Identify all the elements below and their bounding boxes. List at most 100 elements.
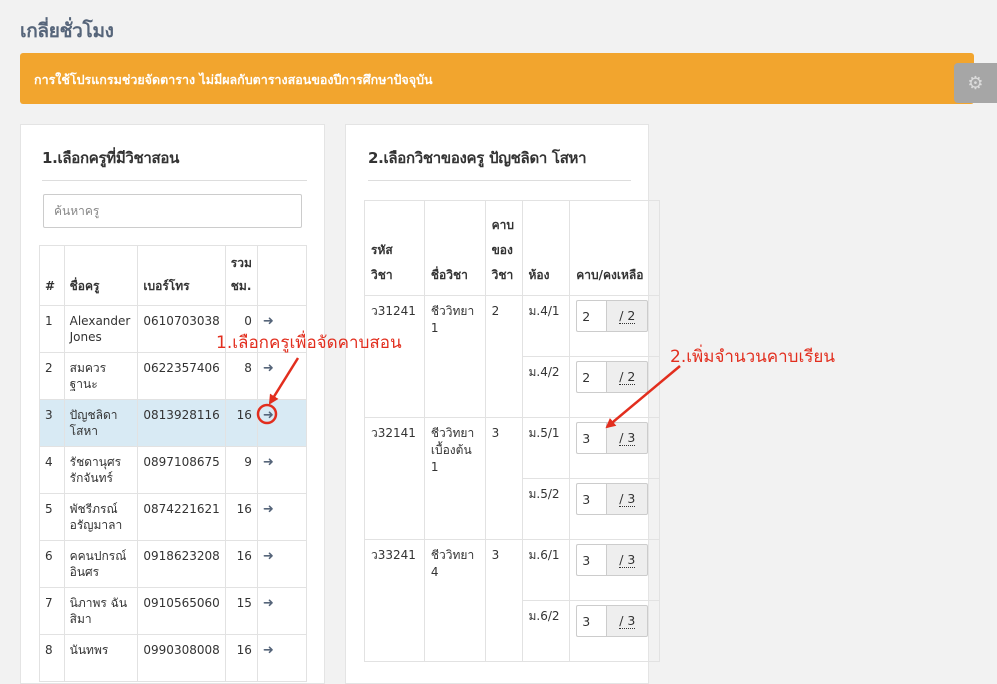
subject-panel: 2.เลือกวิชาของครู ปัญชลิดา โสหา รหัส วิชา… (345, 124, 660, 684)
select-teacher-button[interactable]: ➜ (256, 493, 308, 541)
annotation-step1: 1.เลือกครูเพื่อจัดคาบสอน (216, 333, 402, 353)
teacher-total: 16 (224, 540, 258, 588)
teacher-index: 4 (39, 446, 65, 494)
period-input-group: / 3 (576, 605, 649, 637)
arrow-right-icon[interactable]: ➜ (263, 455, 274, 470)
subject-row: ว33241 ชีววิทยา 4 3 ม.6/1 / 3 (364, 539, 660, 662)
teacher-search-input[interactable] (43, 194, 302, 228)
col-subject-code: รหัส วิชา (364, 200, 425, 296)
subject-name: ชีววิทยา 4 (423, 539, 486, 662)
teacher-phone: 0874221621 (137, 493, 226, 541)
teacher-phone: 0897108675 (137, 446, 226, 494)
teacher-row[interactable]: 2 สมควร ฐานะ 0622357406 8 ➜ (39, 352, 308, 400)
teacher-index: 3 (39, 399, 65, 447)
period-count-input[interactable] (576, 300, 607, 332)
col-remaining: คาบ/คงเหลือ (569, 200, 660, 296)
arrow-right-icon[interactable]: ➜ (263, 549, 274, 564)
select-teacher-button[interactable]: ➜ (256, 587, 308, 635)
teacher-phone: 0622357406 (137, 352, 226, 400)
room-label: ม.6/2 (521, 600, 571, 662)
teacher-row[interactable]: 8 นันทพร 0990308008 16 ➜ (39, 634, 308, 682)
teacher-name: นิภาพร ฉันสิมา (63, 587, 139, 635)
arrow-right-icon[interactable]: ➜ (263, 408, 274, 423)
teacher-table: # ชื่อครู เบอร์โทร รวม ชม. 1 Alexander Jo… (39, 245, 308, 682)
arrow-right-icon[interactable]: ➜ (263, 596, 274, 611)
period-count-input[interactable] (576, 544, 607, 576)
teacher-total: 15 (224, 587, 258, 635)
teacher-name: ปัญชลิดา โสหา (63, 399, 139, 447)
period-total-addon: / 2 (606, 361, 649, 393)
select-teacher-button[interactable]: ➜ (256, 446, 308, 494)
subject-periods: 3 (484, 417, 523, 540)
col-subject-periods: คาบ ของ วิชา (484, 200, 523, 296)
col-name: ชื่อครู (63, 245, 139, 306)
period-count-input[interactable] (576, 483, 607, 515)
period-count-input[interactable] (576, 422, 607, 454)
arrow-right-icon[interactable]: ➜ (263, 502, 274, 517)
teacher-phone: 0918623208 (137, 540, 226, 588)
select-teacher-button[interactable]: ➜ (256, 352, 308, 400)
teacher-row[interactable]: 6 คคนปกรณ์ อินศร 0918623208 16 ➜ (39, 540, 308, 588)
arrow-right-icon[interactable]: ➜ (263, 314, 274, 329)
teacher-row[interactable]: 4 รัชดานุศร รักจันทร์ 0897108675 9 ➜ (39, 446, 308, 494)
col-phone: เบอร์โทร (137, 245, 226, 306)
teacher-phone: 0990308008 (137, 634, 226, 682)
teacher-phone: 0813928116 (137, 399, 226, 447)
select-teacher-button[interactable]: ➜ (256, 634, 308, 682)
subject-code: ว32141 (364, 417, 425, 540)
period-input-group: / 3 (576, 422, 649, 454)
subject-panel-heading: 2.เลือกวิชาของครู ปัญชลิดา โสหา (368, 146, 631, 181)
period-input-group: / 2 (576, 361, 649, 393)
subject-name: ชีววิทยา 1 (423, 295, 486, 418)
room-label: ม.5/2 (521, 478, 571, 540)
teacher-name: Alexander Jones (63, 305, 139, 353)
teacher-row-selected[interactable]: 3 ปัญชลิดา โสหา 0813928116 16 ➜ (39, 399, 308, 447)
teacher-panel: 1.เลือกครูที่มีวิชาสอน # ชื่อครู เบอร์โท… (20, 124, 325, 684)
teacher-name: รัชดานุศร รักจันทร์ (63, 446, 139, 494)
room-label: ม.4/2 (521, 356, 571, 418)
period-count-input[interactable] (576, 605, 607, 637)
subject-periods: 3 (484, 539, 523, 662)
subject-periods: 2 (484, 295, 523, 418)
annotation-step2: 2.เพิ่มจำนวนคาบเรียน (670, 347, 835, 367)
subject-table-header: รหัส วิชา ชื่อวิชา คาบ ของ วิชา ห้อง คาบ/คง… (364, 200, 660, 296)
period-count-input[interactable] (576, 361, 607, 393)
teacher-total: 16 (224, 399, 258, 447)
period-total-addon: / 3 (606, 605, 649, 637)
teacher-total: 16 (224, 634, 258, 682)
arrow-right-icon[interactable]: ➜ (263, 643, 274, 658)
period-input-group: / 3 (576, 544, 649, 576)
teacher-row[interactable]: 7 นิภาพร ฉันสิมา 0910565060 15 ➜ (39, 587, 308, 635)
teacher-index: 1 (39, 305, 65, 353)
col-total: รวม ชม. (224, 245, 258, 306)
teacher-index: 5 (39, 493, 65, 541)
col-action (256, 245, 308, 306)
teacher-total: 8 (224, 352, 258, 400)
alert-message: การใช้โปรแกรมช่วยจัดตาราง ไม่มีผลกับตารา… (34, 72, 433, 87)
info-alert: การใช้โปรแกรมช่วยจัดตาราง ไม่มีผลกับตารา… (20, 53, 974, 104)
teacher-panel-heading: 1.เลือกครูที่มีวิชาสอน (42, 146, 307, 181)
teacher-name: สมควร ฐานะ (63, 352, 139, 400)
teacher-name: พัชรีภรณ์ อรัญมาลา (63, 493, 139, 541)
period-total-addon: / 3 (606, 422, 649, 454)
teacher-index: 8 (39, 634, 65, 682)
arrow-right-icon[interactable]: ➜ (263, 361, 274, 376)
teacher-index: 2 (39, 352, 65, 400)
room-label: ม.5/1 (521, 417, 571, 479)
teacher-phone: 0910565060 (137, 587, 226, 635)
teacher-total: 16 (224, 493, 258, 541)
period-total-addon: / 2 (606, 300, 649, 332)
select-teacher-button[interactable]: ➜ (256, 399, 308, 447)
period-input-group: / 3 (576, 483, 649, 515)
teacher-name: นันทพร (63, 634, 139, 682)
subject-row: ว32141 ชีววิทยาเบื้องต้น 1 3 ม.5/1 / 3 (364, 417, 660, 540)
teacher-row[interactable]: 5 พัชรีภรณ์ อรัญมาลา 0874221621 16 ➜ (39, 493, 308, 541)
teacher-table-header: # ชื่อครู เบอร์โทร รวม ชม. (39, 245, 308, 306)
room-label: ม.4/1 (521, 295, 571, 357)
settings-button[interactable]: ⚙ (954, 63, 997, 103)
select-teacher-button[interactable]: ➜ (256, 540, 308, 588)
period-total-addon: / 3 (606, 483, 649, 515)
col-index: # (39, 245, 65, 306)
subject-name: ชีววิทยาเบื้องต้น 1 (423, 417, 486, 540)
period-input-group: / 2 (576, 300, 649, 332)
